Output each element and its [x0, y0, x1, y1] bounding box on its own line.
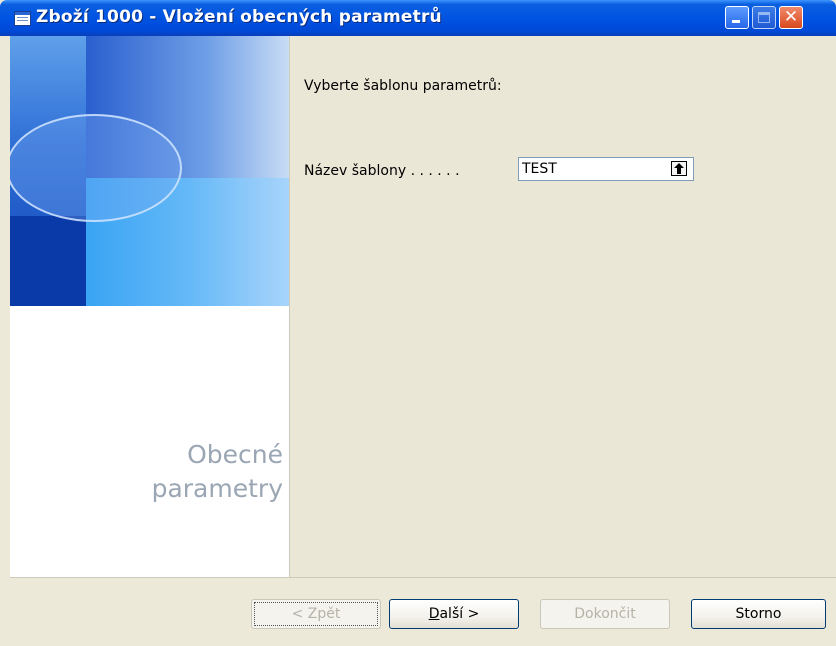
- wizard-window: Zboží 1000 - Vložení obecných parametrů …: [0, 0, 836, 646]
- wizard-content: Vyberte šablonu parametrů: Název šablony…: [289, 36, 836, 577]
- up-arrow-icon: [674, 163, 684, 174]
- lookup-button[interactable]: [671, 161, 687, 176]
- minimize-button[interactable]: [725, 6, 749, 29]
- finish-button-label: Dokončit: [574, 606, 636, 622]
- template-name-input[interactable]: TEST: [518, 157, 694, 181]
- close-button[interactable]: ✕: [779, 6, 803, 29]
- maximize-button: [752, 6, 776, 29]
- template-name-value[interactable]: TEST: [522, 161, 557, 177]
- window-title: Zboží 1000 - Vložení obecných parametrů: [36, 7, 442, 27]
- decorative-banner-image: [10, 36, 289, 306]
- maximize-icon: [758, 12, 770, 23]
- wizard-step-title-line1: Obecné: [187, 440, 283, 469]
- wizard-step-title-line2: parametry: [151, 474, 283, 503]
- footer-divider: [10, 577, 836, 578]
- next-button-mnemonic: D: [428, 606, 440, 622]
- back-button-label: < Zpět: [291, 606, 341, 622]
- cancel-button[interactable]: Storno: [691, 599, 826, 629]
- finish-button[interactable]: Dokončit: [540, 599, 670, 629]
- minimize-icon: [732, 20, 740, 23]
- next-button[interactable]: Další >: [389, 599, 519, 629]
- cancel-button-label: Storno: [735, 606, 782, 622]
- close-icon: ✕: [783, 7, 799, 27]
- back-button[interactable]: < Zpět: [251, 599, 381, 629]
- title-bar[interactable]: Zboží 1000 - Vložení obecných parametrů …: [0, 0, 836, 36]
- app-window-icon[interactable]: [14, 11, 31, 26]
- next-button-label: alší >: [439, 606, 480, 622]
- template-name-label: Název šablony . . . . . .: [304, 163, 460, 179]
- wizard-side-panel: Obecné parametry: [10, 36, 289, 577]
- instruction-text: Vyberte šablonu parametrů:: [304, 78, 502, 94]
- decorative-oval: [10, 114, 182, 222]
- wizard-step-title: Obecné parametry: [152, 438, 283, 506]
